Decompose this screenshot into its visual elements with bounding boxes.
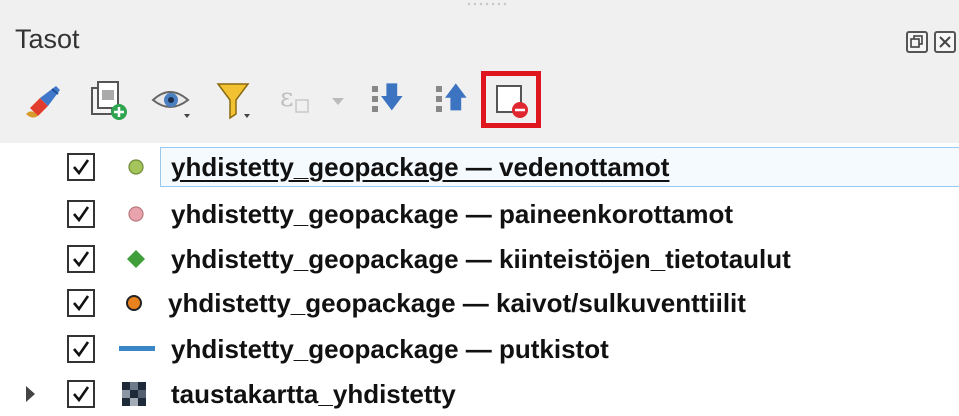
filter-button[interactable] [212, 78, 258, 124]
point-symbol-icon [126, 295, 142, 311]
eye-icon [151, 91, 190, 118]
layer-label: yhdistetty_geopackage — kiinteistöjen_ti… [171, 244, 791, 274]
layer-row-putkistot[interactable]: yhdistetty_geopackage — putkistot [0, 327, 959, 371]
expand-arrow-icon[interactable] [26, 386, 35, 402]
checkmark-icon [73, 206, 90, 223]
panel-title: Tasot [15, 24, 80, 54]
checkmark-icon [73, 295, 90, 312]
line-symbol-icon [119, 346, 155, 351]
collapse-all-icon [436, 83, 467, 112]
point-symbol-icon [128, 206, 144, 222]
layer-row-paineenkorottamot[interactable]: yhdistetty_geopackage — paineenkorottamo… [0, 192, 959, 236]
expression-icon: ε [280, 83, 309, 113]
layer-label: yhdistetty_geopackage — kaivot/sulkuvent… [168, 288, 746, 318]
layers-toolbar: ε [0, 78, 959, 128]
layer-row-kaivot-sulkuventtiilit[interactable]: yhdistetty_geopackage — kaivot/sulkuvent… [0, 281, 959, 325]
close-panel-button[interactable] [934, 31, 956, 53]
expression-dropdown-arrow[interactable] [332, 98, 344, 105]
checkmark-icon [73, 386, 90, 403]
collapse-all-button[interactable] [432, 78, 478, 124]
layer-row-kiinteistojen-tietotaulut[interactable]: yhdistetty_geopackage — kiinteistöjen_ti… [0, 237, 959, 281]
style-manager-button[interactable] [22, 78, 68, 124]
layer-checkbox[interactable] [67, 153, 95, 181]
svg-text:ε: ε [280, 83, 293, 113]
layer-row-taustakartta[interactable]: taustakartta_yhdistetty [0, 372, 959, 416]
layer-label: taustakartta_yhdistetty [171, 379, 456, 409]
float-icon [910, 35, 923, 48]
layer-label: yhdistetty_geopackage — paineenkorottamo… [171, 199, 734, 229]
layer-checkbox[interactable] [67, 335, 95, 363]
expand-all-button[interactable] [368, 78, 414, 124]
expression-filter-button[interactable]: ε [276, 78, 322, 124]
close-icon [939, 36, 951, 48]
paintbrush-icon [26, 86, 60, 118]
visibility-button[interactable] [150, 78, 196, 124]
layer-label: yhdistetty_geopackage — vedenottamot [171, 152, 670, 182]
checkmark-icon [73, 159, 90, 176]
add-group-icon [91, 81, 127, 120]
raster-symbol-icon [122, 382, 146, 406]
layer-checkbox[interactable] [67, 289, 95, 317]
layer-checkbox[interactable] [67, 200, 95, 228]
add-group-button[interactable] [86, 78, 132, 124]
layer-row-vedenottamot[interactable]: yhdistetty_geopackage — vedenottamot [0, 145, 959, 189]
checkmark-icon [73, 251, 90, 268]
expand-all-icon [372, 83, 403, 112]
filter-icon [216, 83, 250, 120]
layer-tree: yhdistetty_geopackage — vedenottamot yhd… [0, 143, 959, 416]
layer-checkbox[interactable] [67, 245, 95, 273]
highlight-box [481, 71, 541, 128]
point-symbol-icon [128, 159, 144, 175]
checkmark-icon [73, 341, 90, 358]
layer-checkbox[interactable] [67, 380, 95, 408]
panel-header: Tasot ε [0, 0, 959, 143]
diamond-symbol-icon [127, 250, 145, 268]
layer-label: yhdistetty_geopackage — putkistot [171, 334, 609, 364]
float-panel-button[interactable] [906, 31, 928, 53]
drag-grip[interactable] [466, 2, 506, 6]
